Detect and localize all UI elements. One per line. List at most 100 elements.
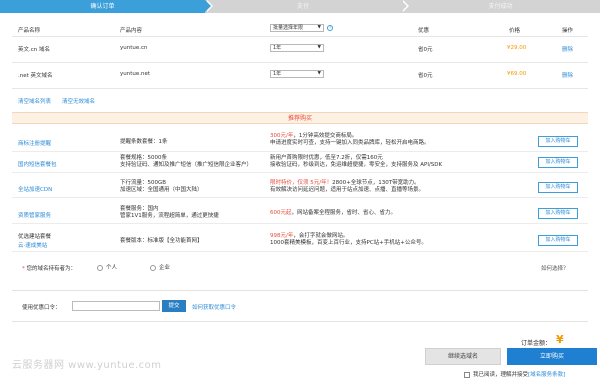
desc-highlight: 998元/年: [270, 233, 294, 239]
holder-label-text: 您的域名持有者为：: [26, 266, 77, 272]
add-to-cart-button[interactable]: 加入购物车: [538, 157, 578, 168]
how-to-choose-link[interactable]: 如何选择？: [541, 264, 569, 272]
batch-year-select-value: 批量选择年限: [273, 25, 304, 31]
recommend-product-spec: 套餐规格：5000条 支持验证码、通知及推广短信（推广短信限企业客户）: [120, 155, 252, 169]
radio-label: 个人: [106, 265, 118, 271]
step-pay: 支付: [205, 0, 409, 13]
coupon-input[interactable]: [72, 301, 160, 311]
desc-text: 申请进度实时可查，支持一键加入同类品牌库，轻松开启电商路。: [270, 140, 430, 146]
holder-radio-personal[interactable]: 个人: [97, 263, 117, 271]
chevron-down-icon: ▼: [317, 45, 321, 50]
desc-text: 有效解决访问延迟问题，适用于站点加速、点播、直播等场景。: [270, 187, 425, 193]
desc-text: ，网站备案全程服务，省时、省心、省力。: [291, 210, 397, 216]
recommend-product-desc: 300元/年，1分钟高效提交商标局。 申请进度实时可查，支持一键加入同类品牌库，…: [270, 133, 430, 147]
cart-row-2-delete-link[interactable]: 删除: [562, 71, 573, 79]
add-to-cart-button[interactable]: 加入购物车: [538, 182, 578, 193]
agree-text: 我已阅读，理解并接受: [473, 372, 529, 378]
recommend-product-desc: 限时特价，仅须 5元/年！2800+全球节点，130T带宽助力。 有效解决访问延…: [270, 180, 424, 194]
recommend-product-desc: 新用户首购限时优惠，低至7.2折，仅需160元 接收验证码，秒级到达，免运维超便…: [270, 155, 442, 169]
cart-row-1-discount: 省0元: [418, 47, 433, 53]
chevron-down-icon: ▼: [317, 25, 321, 30]
agree-checkbox[interactable]: [464, 371, 470, 378]
step-label: 支付成功: [488, 3, 513, 10]
cart-row-2-name: .net 英文域名: [18, 73, 53, 79]
recommend-product-spec: 提醒条数套餐：1条: [120, 139, 168, 145]
desc-text: 接收验证码，秒级到达，免运维超便捷，零安全，支持服务及 API/SDK: [270, 162, 443, 168]
clear-invalid-domains-link[interactable]: 清空无效域名: [62, 97, 95, 105]
recommend-row-sms: 国内短信套餐包 套餐规格：5000条 支持验证码、通知及推广短信（推广短信限企业…: [12, 153, 588, 173]
cart-row-2-discount: 省0元: [418, 73, 433, 79]
cart-row-1-delete-link[interactable]: 删除: [562, 45, 573, 53]
cart-row-1-content: yuntue.cn: [120, 45, 148, 51]
get-coupon-link[interactable]: 如何获取优惠口令: [192, 303, 236, 311]
header-action: 操作: [562, 28, 574, 34]
recommend-product-desc: 998元/年，会打字就会做网站。 1000套精美模板，百变上百行业，支持PC站+…: [270, 233, 427, 247]
cart-row-1-price: ¥29.00: [507, 45, 527, 51]
header-discount: 优惠: [418, 28, 430, 34]
watermark-text: 云服务器网 www.yuntue.com: [12, 360, 162, 371]
holder-radio-company[interactable]: 企业: [150, 263, 170, 271]
holder-type-label: * 您的域名持有者为：: [22, 264, 76, 272]
desc-text: ，1分钟高效提交商标局。: [293, 133, 358, 139]
cart-row-1-name: 英文.cn 域名: [18, 47, 51, 53]
agreement-row: 我已阅读，理解并接受[域名服务条款]: [464, 370, 565, 378]
cart-row-2-price: ¥69.00: [507, 71, 527, 77]
spec-line: 支持验证码、通知及推广短信（推广短信限企业客户）: [120, 162, 253, 168]
buy-now-button[interactable]: 立即购买: [507, 348, 597, 365]
recommend-product-name[interactable]: 资质管家服务: [18, 211, 51, 219]
step-pay-success: 支付成功: [401, 0, 600, 13]
cart-row-2-content: yuntue.net: [120, 71, 151, 77]
radio-circle[interactable]: [150, 264, 156, 271]
help-info-icon[interactable]: ?: [327, 25, 333, 31]
recommend-product-spec: 下行流量：500GB 加速区域：全国通用（中国大陆）: [120, 180, 203, 194]
add-to-cart-button[interactable]: 加入购物车: [538, 136, 578, 147]
cart-row-2-year-select[interactable]: 1年 ▼: [270, 70, 324, 78]
clear-domain-list-link[interactable]: 清空域名列表: [18, 97, 51, 105]
add-to-cart-button[interactable]: 加入购物车: [538, 208, 578, 219]
desc-text: 2800+全球节点，130T带宽助力。: [332, 180, 420, 186]
header-product-name: 产品名称: [18, 28, 41, 34]
batch-year-select[interactable]: 批量选择年限 ▼: [270, 24, 324, 32]
coupon-section: 使用优惠口令： 提交 如何获取优惠口令: [12, 290, 588, 322]
order-total-label: 订单金额：: [521, 340, 552, 347]
desc-highlight: 600元起: [270, 210, 292, 216]
recommend-product-name-link[interactable]: 云·速成美站: [18, 241, 47, 249]
recommend-product-name[interactable]: 全站加速CDN: [18, 185, 52, 193]
desc-text: ，会打字就会做网站。: [293, 233, 349, 239]
terms-link[interactable]: [域名服务条款]: [528, 372, 565, 378]
recommend-product-name: 优选建站套餐: [18, 234, 52, 240]
step-label: 支付: [296, 3, 309, 10]
year-value: 1年: [273, 71, 282, 77]
spec-line: 加速区域：全国通用（中国大陆）: [120, 187, 203, 193]
header-price: 价格: [509, 28, 521, 34]
radio-label: 企业: [159, 265, 171, 271]
header-product-content: 产品内容: [120, 28, 143, 34]
desc-text: 新用户首购限时优惠，低至7.2折，仅需160元: [270, 155, 383, 161]
recommend-section-title: 推荐购买: [12, 112, 588, 124]
order-progress-steps: 确认订单 支付 支付成功: [0, 0, 600, 13]
required-mark: *: [22, 266, 25, 272]
recommend-product-spec: 套餐服务：国内 管家1V1服务，流程超简单，通过更快捷: [120, 206, 219, 220]
coupon-label: 使用优惠口令：: [22, 305, 61, 311]
step-confirm-order: 确认订单: [0, 0, 213, 13]
spec-line: 套餐规格：5000条: [120, 155, 167, 161]
desc-highlight: 限时特价，仅须 5元/年！: [270, 180, 333, 186]
step-label: 确认订单: [90, 3, 115, 10]
coupon-submit-button[interactable]: 提交: [162, 300, 186, 312]
spec-line: 下行流量：500GB: [120, 180, 167, 186]
add-to-cart-button[interactable]: 加入购物车: [538, 235, 578, 246]
recommend-product-name[interactable]: 国内短信套餐包: [18, 160, 57, 168]
desc-highlight: 300元/年: [270, 133, 294, 139]
spec-line: 套餐服务：国内: [120, 206, 159, 212]
cart-row-1-year-select[interactable]: 1年 ▼: [270, 44, 324, 52]
recommend-row-website: 优选建站套餐 云·速成美站 套餐版本：标准版【全功能首网】 998元/年，会打字…: [12, 230, 588, 252]
continue-choose-domain-button[interactable]: 继续选域名: [425, 348, 501, 365]
recommend-product-name[interactable]: 商标注册提醒: [18, 139, 51, 147]
recommend-row-qualification: 资质管家服务 套餐服务：国内 管家1V1服务，流程超简单，通过更快捷 600元起…: [12, 204, 588, 224]
desc-text: 1000套精美模板，百变上百行业，支持PC站+手机站+公众号。: [270, 240, 427, 246]
recommend-row-trademark: 商标注册提醒 提醒条数套餐：1条 300元/年，1分钟高效提交商标局。 申请进度…: [12, 132, 588, 152]
recommend-product-desc: 600元起，网站备案全程服务，省时、省心、省力。: [270, 210, 396, 217]
radio-circle[interactable]: [97, 264, 103, 271]
recommend-row-cdn: 全站加速CDN 下行流量：500GB 加速区域：全国通用（中国大陆） 限时特价，…: [12, 178, 588, 198]
chevron-down-icon: ▼: [317, 71, 321, 76]
